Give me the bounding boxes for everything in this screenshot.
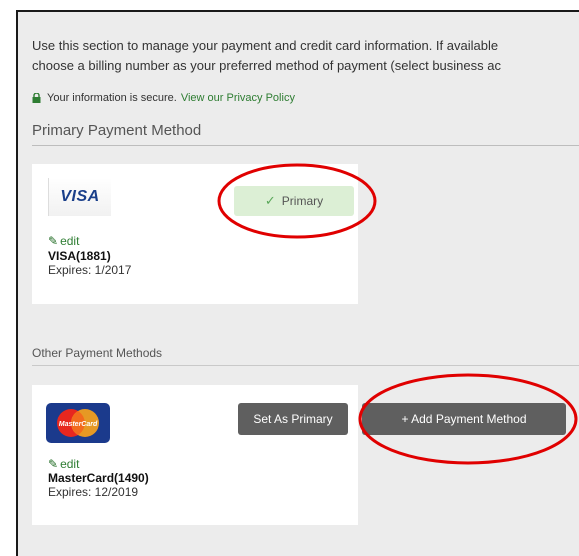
edit-other-link[interactable]: ✎ edit <box>48 457 79 471</box>
set-as-primary-button[interactable]: Set As Primary <box>238 403 348 435</box>
pencil-icon: ✎ <box>48 457 59 471</box>
primary-section-title: Primary Payment Method <box>32 122 202 139</box>
lock-icon <box>32 92 41 103</box>
edit-label: edit <box>60 457 80 471</box>
intro-line-2: choose a billing number as your preferre… <box>32 58 501 73</box>
secure-notice: Your information is secure. View our Pri… <box>32 92 295 104</box>
mastercard-logo-text: MasterCard <box>59 421 98 428</box>
card-expiry: Expires: 1/2017 <box>48 263 132 277</box>
other-card: MasterCard Set As Primary ✎ edit MasterC… <box>32 385 358 525</box>
card-expiry: Expires: 12/2019 <box>48 485 139 499</box>
mastercard-logo: MasterCard <box>46 403 110 443</box>
edit-label: edit <box>60 234 80 248</box>
primary-badge-label: Primary <box>281 194 324 208</box>
add-payment-method-button[interactable]: + Add Payment Method <box>362 403 566 435</box>
intro-text: Use this section to manage your payment … <box>32 36 579 76</box>
card-name: MasterCard(1490) <box>48 471 149 485</box>
intro-line-1: Use this section to manage your payment … <box>32 38 499 53</box>
primary-card: VISA ✓ Primary ✎ edit VISA(1881) Expires… <box>32 164 358 304</box>
other-section-title: Other Payment Methods <box>32 346 163 360</box>
secure-text: Your information is secure. <box>47 92 177 104</box>
visa-logo: VISA <box>48 178 111 216</box>
divider <box>32 365 579 366</box>
check-icon: ✓ <box>264 193 276 208</box>
primary-badge: ✓ Primary <box>234 186 354 216</box>
visa-logo-text: VISA <box>60 188 100 205</box>
divider <box>32 145 579 146</box>
privacy-policy-link[interactable]: View our Privacy Policy <box>181 92 295 104</box>
edit-primary-link[interactable]: ✎ edit <box>48 234 79 248</box>
payment-panel: Use this section to manage your payment … <box>16 10 579 556</box>
card-name: VISA(1881) <box>48 249 111 263</box>
pencil-icon: ✎ <box>48 234 59 248</box>
